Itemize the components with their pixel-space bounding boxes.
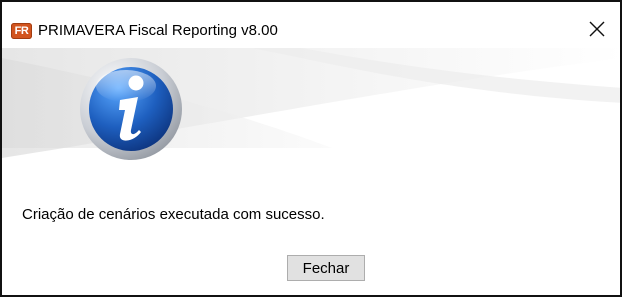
window-title: PRIMAVERA Fiscal Reporting v8.00 xyxy=(38,22,278,39)
close-x-icon xyxy=(589,21,605,37)
information-icon xyxy=(78,56,184,162)
title-bar: FR PRIMAVERA Fiscal Reporting v8.00 xyxy=(2,2,620,48)
close-dialog-button[interactable]: Fechar xyxy=(287,255,365,281)
close-button[interactable] xyxy=(574,10,620,48)
message-text: Criação de cenários executada com sucess… xyxy=(22,206,325,223)
app-logo-icon: FR xyxy=(11,23,32,39)
dialog-window: FR PRIMAVERA Fiscal Reporting v8.00 Cria… xyxy=(0,0,622,297)
